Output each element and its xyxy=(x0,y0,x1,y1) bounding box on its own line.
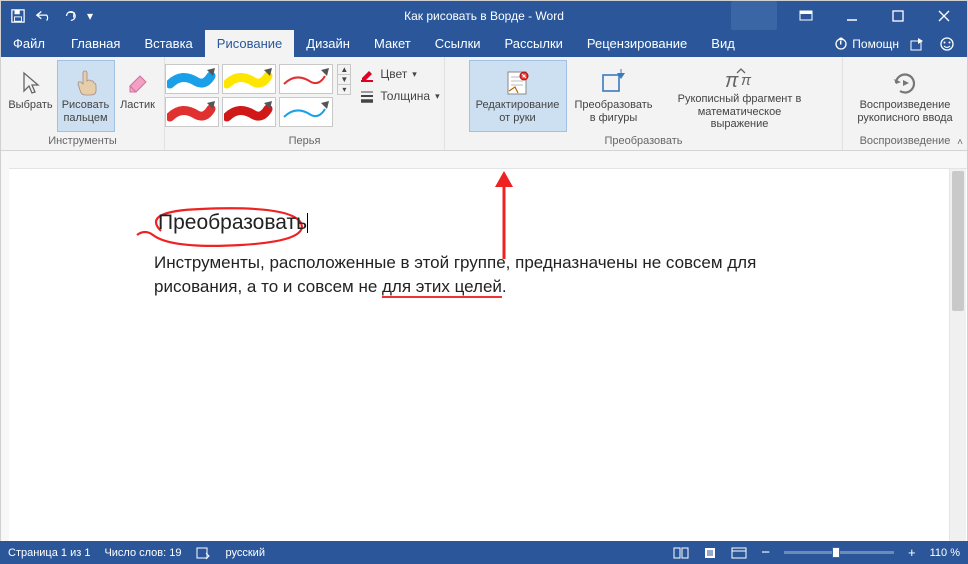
share-icon[interactable] xyxy=(905,32,929,56)
ink-edit-label-1: Редактирование xyxy=(476,99,560,112)
doc-body[interactable]: Инструменты, расположенные в этой группе… xyxy=(154,241,794,299)
ribbon-tabs: Файл Главная Вставка Рисование Дизайн Ма… xyxy=(1,30,967,57)
title-bar: ▾ Как рисовать в Ворде - Word xyxy=(1,1,967,30)
to-shapes-label-1: Преобразовать xyxy=(574,99,652,112)
gallery-up-icon[interactable]: ▲ xyxy=(338,65,350,75)
status-wordcount[interactable]: Число слов: 19 xyxy=(104,547,181,559)
maximize-icon[interactable] xyxy=(875,1,921,30)
eraser-button[interactable]: Ластик xyxy=(116,60,160,132)
shape-icon xyxy=(599,67,629,99)
undo-icon[interactable] xyxy=(35,9,53,23)
ink-replay-button[interactable]: Воспроизведение рукописного ввода xyxy=(846,60,964,132)
replay-icon xyxy=(890,67,920,99)
to-shapes-label-2: в фигуры xyxy=(590,112,638,125)
ink-edit-label-2: от руки xyxy=(499,112,535,125)
pen-gallery[interactable] xyxy=(163,60,335,131)
document-area: Преобразовать Инструменты, расположенные… xyxy=(1,151,967,541)
ink-to-shapes-button[interactable]: Преобразовать в фигуры xyxy=(568,60,660,132)
redo-icon[interactable] xyxy=(63,9,77,23)
account-placeholder[interactable] xyxy=(731,1,777,30)
svg-text:π: π xyxy=(741,72,752,89)
pen-yellow-highlighter[interactable] xyxy=(222,64,276,94)
status-page[interactable]: Страница 1 из 1 xyxy=(8,547,90,559)
status-bar: Страница 1 из 1 Число слов: 19 русский −… xyxy=(0,541,968,564)
tab-review[interactable]: Рецензирование xyxy=(575,30,699,57)
ink-edit-icon xyxy=(503,67,533,99)
svg-text:π: π xyxy=(725,70,739,92)
pen-red-highlighter[interactable] xyxy=(165,97,219,127)
print-layout-icon[interactable] xyxy=(703,547,717,559)
tab-mailings[interactable]: Рассылки xyxy=(493,30,575,57)
doc-body-underlined: для этих целей xyxy=(382,277,502,298)
pen-blue-thin[interactable] xyxy=(279,97,333,127)
select-button[interactable]: Выбрать xyxy=(6,60,56,132)
collapse-ribbon-icon[interactable]: ˄ xyxy=(957,137,963,148)
gallery-more-icon[interactable]: ▾ xyxy=(338,85,350,94)
tab-file[interactable]: Файл xyxy=(1,30,59,57)
scrollbar-thumb[interactable] xyxy=(952,171,964,311)
eraser-icon xyxy=(126,67,150,99)
doc-body-part3: . xyxy=(502,277,507,296)
zoom-slider[interactable] xyxy=(784,551,894,554)
finger-icon xyxy=(73,67,99,99)
close-icon[interactable] xyxy=(921,1,967,30)
tab-design[interactable]: Дизайн xyxy=(294,30,362,57)
tell-me-label: Помощн xyxy=(852,37,899,51)
eraser-label: Ластик xyxy=(120,99,155,112)
gallery-scroll[interactable]: ▲ ▼ ▾ xyxy=(337,64,351,95)
ink-to-math-button[interactable]: ππ Рукописный фрагмент в математическое … xyxy=(661,60,819,132)
thickness-icon xyxy=(359,88,375,104)
read-mode-icon[interactable] xyxy=(673,547,689,559)
vertical-ruler[interactable] xyxy=(1,151,9,541)
color-icon xyxy=(359,66,375,82)
pen-red-thin[interactable] xyxy=(279,64,333,94)
tell-me-icon[interactable]: Помощн xyxy=(834,37,899,51)
select-label: Выбрать xyxy=(8,99,52,112)
page-canvas[interactable]: Преобразовать Инструменты, расположенные… xyxy=(9,169,949,541)
zoom-level[interactable]: 110 % xyxy=(930,547,960,559)
tab-draw[interactable]: Рисование xyxy=(205,30,294,57)
web-layout-icon[interactable] xyxy=(731,547,747,559)
qat-customize-icon[interactable]: ▾ xyxy=(87,9,93,23)
spellcheck-icon[interactable] xyxy=(196,546,212,560)
math-icon: ππ xyxy=(723,67,757,93)
group-label-pens: Перья xyxy=(289,133,321,150)
tab-insert[interactable]: Вставка xyxy=(132,30,204,57)
pen-thickness-label: Толщина xyxy=(380,89,430,103)
replay-label-1: Воспроизведение xyxy=(860,99,951,112)
group-label-convert: Преобразовать xyxy=(604,133,682,150)
pen-color-dropdown[interactable]: Цвет ▾ xyxy=(359,66,439,82)
horizontal-ruler[interactable] xyxy=(1,151,967,169)
feedback-icon[interactable] xyxy=(935,32,959,56)
gallery-down-icon[interactable]: ▼ xyxy=(338,75,350,85)
group-label-tools: Инструменты xyxy=(48,133,117,150)
tab-home[interactable]: Главная xyxy=(59,30,132,57)
group-label-replay: Воспроизведение xyxy=(860,133,951,150)
minimize-icon[interactable] xyxy=(829,1,875,30)
pen-blue-highlighter[interactable] xyxy=(165,64,219,94)
pen-color-label: Цвет xyxy=(380,67,407,81)
replay-label-2: рукописного ввода xyxy=(857,112,952,125)
save-icon[interactable] xyxy=(11,9,25,23)
to-math-label-2: математическое выражение xyxy=(668,106,812,131)
zoom-slider-thumb[interactable] xyxy=(832,547,840,558)
tab-view[interactable]: Вид xyxy=(699,30,747,57)
ribbon: Выбрать Рисовать пальцем Ластик Инструме… xyxy=(1,57,967,151)
pen-thickness-dropdown[interactable]: Толщина ▾ xyxy=(359,88,439,104)
to-math-label-1: Рукописный фрагмент в xyxy=(678,93,802,106)
draw-with-finger-button[interactable]: Рисовать пальцем xyxy=(57,60,115,132)
doc-heading[interactable]: Преобразовать xyxy=(158,211,307,234)
tab-references[interactable]: Ссылки xyxy=(423,30,493,57)
tab-layout[interactable]: Макет xyxy=(362,30,423,57)
text-caret xyxy=(307,213,308,233)
draw-with-finger-label: Рисовать пальцем xyxy=(58,99,114,124)
ribbon-display-options-icon[interactable] xyxy=(783,1,829,30)
ink-editing-button[interactable]: Редактирование от руки xyxy=(469,60,567,132)
vertical-scrollbar[interactable] xyxy=(949,169,966,541)
zoom-out-icon[interactable]: − xyxy=(761,544,770,561)
zoom-in-icon[interactable]: + xyxy=(908,545,916,560)
cursor-icon xyxy=(20,67,42,99)
pen-darkred-highlighter[interactable] xyxy=(222,97,276,127)
status-language[interactable]: русский xyxy=(226,547,265,559)
